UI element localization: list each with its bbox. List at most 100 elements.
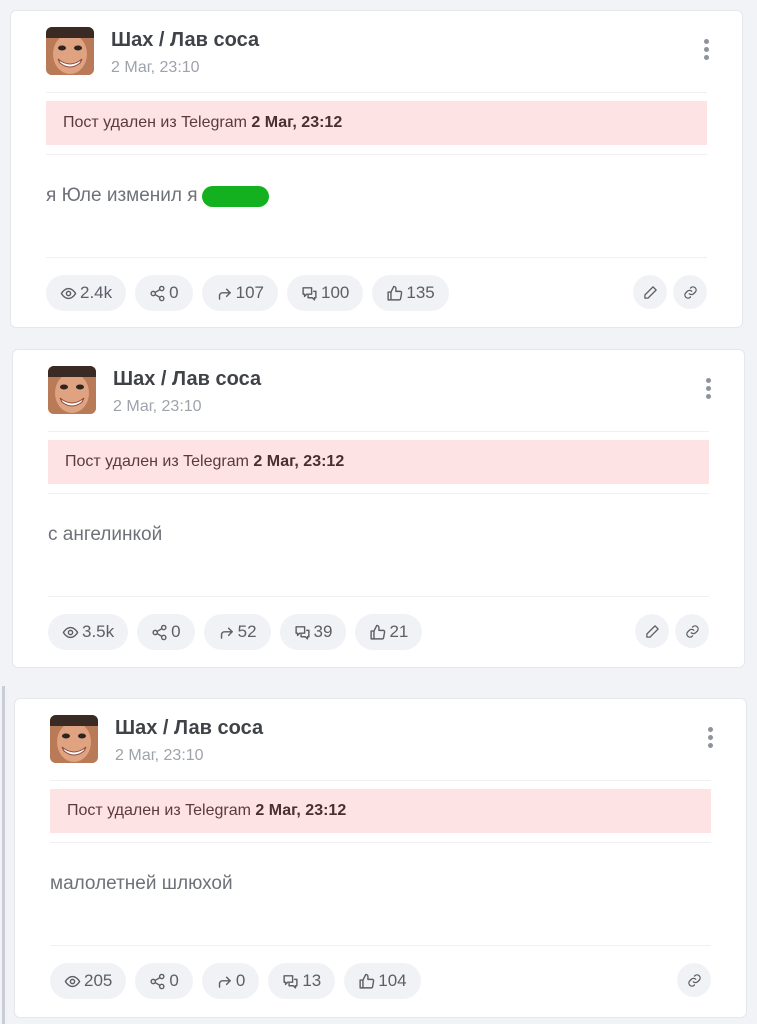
eye-icon — [60, 287, 77, 299]
forwards-count: 107 — [235, 283, 264, 302]
link-icon — [687, 973, 701, 987]
post-stats: 205 0 0 13 104 — [50, 963, 421, 999]
post-actions — [633, 275, 707, 309]
shares-count: 0 — [169, 971, 179, 990]
forward-arrow-icon — [218, 288, 231, 300]
shares-stat[interactable]: 0 — [135, 275, 193, 311]
comments-stat[interactable]: 39 — [279, 614, 347, 650]
pencil-icon — [643, 285, 657, 299]
post-actions — [677, 963, 711, 997]
more-vertical-icon[interactable] — [704, 727, 716, 753]
likes-count: 135 — [406, 283, 435, 302]
likes-stat[interactable]: 21 — [355, 614, 423, 650]
divider — [46, 154, 707, 155]
link-icon — [683, 285, 697, 299]
share-nodes-icon — [152, 624, 167, 640]
deleted-notice-text: Пост удален из Telegram — [63, 114, 247, 131]
comments-stat[interactable]: 100 — [286, 275, 364, 311]
deleted-notice-text: Пост удален из Telegram — [65, 453, 249, 470]
views-count: 3.5k — [82, 622, 115, 641]
comments-stat[interactable]: 13 — [268, 963, 336, 999]
forwards-stat[interactable]: 52 — [203, 614, 271, 650]
shares-count: 0 — [171, 622, 181, 641]
post-card: Шах / Лав соса 2 Маг, 23:10 Пост удален … — [12, 349, 745, 668]
link-icon — [685, 624, 699, 638]
forwards-count: 0 — [235, 971, 246, 990]
copy-link-button[interactable] — [673, 275, 707, 309]
divider — [46, 257, 707, 258]
post-text-content: малолетней шлюхой — [50, 873, 233, 894]
comments-icon — [294, 625, 310, 640]
comments-count: 39 — [313, 622, 333, 641]
post-author[interactable]: Шах / Лав соса — [115, 717, 263, 740]
divider — [50, 842, 711, 843]
post-author[interactable]: Шах / Лав соса — [113, 368, 261, 391]
post-card: Шах / Лав соса 2 Маг, 23:10 Пост удален … — [14, 698, 747, 1018]
share-nodes-icon — [150, 285, 165, 301]
shares-count: 0 — [169, 283, 179, 302]
avatar[interactable] — [46, 27, 94, 75]
divider — [50, 780, 711, 781]
forward-arrow-icon — [220, 627, 233, 639]
deleted-notice: Пост удален из Telegram 2 Маг, 23:12 — [46, 101, 707, 145]
deleted-notice: Пост удален из Telegram 2 Маг, 23:12 — [48, 440, 709, 484]
deleted-notice-time: 2 Маг, 23:12 — [255, 802, 347, 819]
post-text-content: с ангелинкой — [48, 524, 163, 545]
post-date: 2 Маг, 23:10 — [113, 398, 202, 415]
thumbs-up-icon — [370, 624, 386, 640]
eye-icon — [62, 626, 79, 638]
views-count: 205 — [84, 971, 113, 990]
deleted-notice-text: Пост удален из Telegram — [67, 802, 251, 819]
green-highlight-sticker — [201, 185, 269, 207]
timeline-bar — [2, 686, 5, 1024]
views-stat[interactable]: 2.4k — [46, 275, 127, 311]
post-stats: 3.5k 0 52 39 21 — [48, 614, 423, 650]
forwards-stat[interactable]: 107 — [201, 275, 278, 311]
comments-count: 100 — [320, 283, 350, 302]
views-count: 2.4k — [80, 283, 113, 302]
post-date: 2 Маг, 23:10 — [111, 59, 200, 76]
deleted-notice: Пост удален из Telegram 2 Маг, 23:12 — [50, 789, 711, 833]
post-card: Шах / Лав соса 2 Маг, 23:10 Пост удален … — [10, 10, 743, 328]
post-author[interactable]: Шах / Лав соса — [111, 29, 259, 52]
likes-stat[interactable]: 135 — [372, 275, 449, 311]
thumbs-up-icon — [359, 973, 375, 989]
divider — [48, 431, 709, 432]
shares-stat[interactable]: 0 — [135, 963, 193, 999]
post-text: с ангелинкой — [48, 524, 162, 546]
post-text: малолетней шлюхой — [50, 873, 233, 895]
views-stat[interactable]: 3.5k — [48, 614, 129, 650]
copy-link-button[interactable] — [675, 614, 709, 648]
divider — [50, 945, 711, 946]
post-date: 2 Маг, 23:10 — [115, 747, 204, 764]
post-text: я Юле изменил я — [46, 185, 269, 207]
more-vertical-icon[interactable] — [702, 378, 714, 404]
pencil-icon — [645, 624, 659, 638]
copy-link-button[interactable] — [677, 963, 711, 997]
shares-stat[interactable]: 0 — [137, 614, 195, 650]
comments-count: 13 — [302, 971, 322, 990]
divider — [48, 493, 709, 494]
avatar[interactable] — [48, 366, 96, 414]
likes-stat[interactable]: 104 — [344, 963, 421, 999]
avatar[interactable] — [50, 715, 98, 763]
forward-arrow-icon — [218, 976, 231, 988]
comments-icon — [283, 974, 298, 989]
edit-button[interactable] — [633, 275, 667, 309]
likes-count: 104 — [378, 971, 407, 990]
views-stat[interactable]: 205 — [50, 963, 127, 999]
forwards-stat[interactable]: 0 — [201, 963, 260, 999]
forwards-count: 52 — [237, 622, 257, 641]
deleted-notice-time: 2 Маг, 23:12 — [251, 114, 343, 131]
eye-icon — [64, 975, 81, 987]
more-vertical-icon[interactable] — [700, 39, 712, 65]
likes-count: 21 — [389, 622, 409, 641]
comments-icon — [302, 286, 317, 301]
thumbs-up-icon — [387, 285, 403, 301]
share-nodes-icon — [150, 973, 165, 989]
divider — [46, 92, 707, 93]
post-stats: 2.4k 0 107 100 135 — [46, 275, 449, 311]
post-actions — [635, 614, 709, 648]
deleted-notice-time: 2 Маг, 23:12 — [253, 453, 345, 470]
edit-button[interactable] — [635, 614, 669, 648]
